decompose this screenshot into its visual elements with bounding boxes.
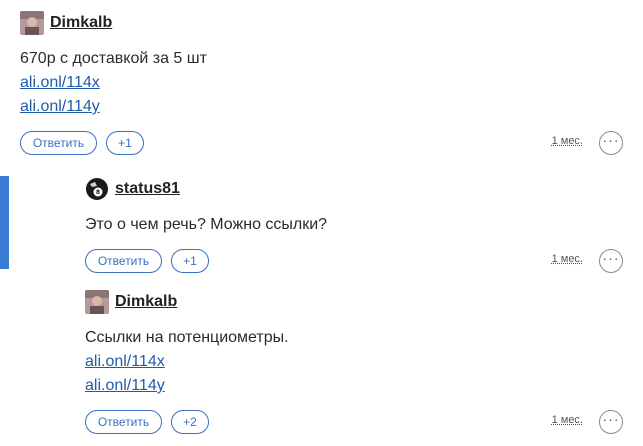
comment-link[interactable]: ali.onl/114x <box>85 350 623 374</box>
ellipsis-icon: ··· <box>602 132 620 148</box>
active-comment-indicator <box>0 176 9 269</box>
comment-text: Ссылки на потенциометры. <box>85 329 289 346</box>
vote-button[interactable]: +1 <box>106 131 144 155</box>
author-name[interactable]: Dimkalb <box>115 293 177 311</box>
more-options-button[interactable]: ··· <box>599 410 623 434</box>
more-options-button[interactable]: ··· <box>599 131 623 155</box>
author-name[interactable]: status81 <box>115 180 180 198</box>
comment-link[interactable]: ali.onl/114y <box>85 374 623 398</box>
comment: Dimkalb Ссылки на потенциометры. ali.onl… <box>85 289 623 436</box>
comment-actions: Ответить +1 1 мес. ··· <box>20 131 623 157</box>
comment-header: Dimkalb <box>20 10 623 36</box>
comment-actions: Ответить +2 1 мес. ··· <box>85 410 623 436</box>
comment: Dimkalb 670р с доставкой за 5 шт ali.onl… <box>20 10 623 157</box>
author-name[interactable]: Dimkalb <box>50 14 112 32</box>
comment-header: Dimkalb <box>85 289 623 315</box>
comment-text: 670р с доставкой за 5 шт <box>20 50 207 67</box>
vote-button[interactable]: +2 <box>171 410 209 434</box>
avatar[interactable]: 8 <box>85 177 109 201</box>
ellipsis-icon: ··· <box>602 411 620 427</box>
avatar[interactable] <box>85 290 109 314</box>
reply-button[interactable]: Ответить <box>85 249 162 273</box>
comment-header: 8 status81 <box>85 176 623 202</box>
vote-button[interactable]: +1 <box>171 249 209 273</box>
comment-time[interactable]: 1 мес. <box>552 135 583 147</box>
comment-actions: Ответить +1 1 мес. ··· <box>85 249 623 275</box>
avatar[interactable] <box>20 11 44 35</box>
comment-link[interactable]: ali.onl/114x <box>20 71 623 95</box>
more-options-button[interactable]: ··· <box>599 249 623 273</box>
comment-text: Это о чем речь? Можно ссылки? <box>85 216 328 233</box>
reply-button[interactable]: Ответить <box>20 131 97 155</box>
comment-time[interactable]: 1 мес. <box>552 253 583 265</box>
comment-time[interactable]: 1 мес. <box>552 414 583 426</box>
reply-button[interactable]: Ответить <box>85 410 162 434</box>
ellipsis-icon: ··· <box>602 250 620 266</box>
svg-text:8: 8 <box>96 189 100 196</box>
comment: 8 status81 Это о чем речь? Можно ссылки?… <box>85 176 623 275</box>
comment-link[interactable]: ali.onl/114y <box>20 95 623 119</box>
